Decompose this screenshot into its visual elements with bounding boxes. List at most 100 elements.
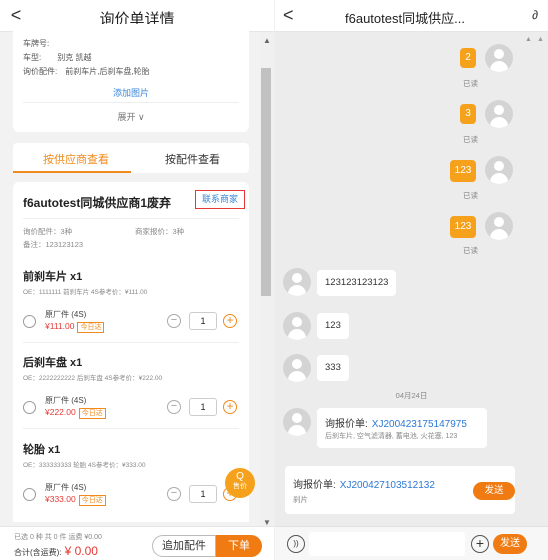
minus-icon[interactable]: −: [167, 487, 181, 501]
inquiry-detail-panel: < 询价单详情 ▲ ▼ 车牌号: 车型: 别克 凯越 询价配件: 前刹车片,后刹车盘…: [0, 0, 274, 560]
plate-label: 车牌号:: [23, 39, 50, 48]
other-message-bubble: 123123123123: [317, 270, 397, 296]
part-oe: OE：2222222222 后刹车盘 4S参考价：¥222.00: [23, 375, 163, 382]
option-radio[interactable]: [23, 401, 36, 414]
scrollbar-track[interactable]: ▲ ▼: [260, 32, 274, 532]
quantity-field[interactable]: 1: [189, 485, 217, 503]
chat-title: f6autotest同城供应...: [345, 11, 465, 26]
chat-panel: < f6autotest同城供应... ∂ ▲ ▲ 2 已读 3 已读 123 …: [275, 0, 548, 560]
send-button[interactable]: 发送: [493, 534, 527, 554]
option-price-row: ¥333.00 今日达: [45, 494, 106, 506]
read-status: 已读: [463, 135, 478, 144]
minus-icon[interactable]: −: [167, 400, 181, 414]
quote-label: 售价: [233, 483, 247, 490]
quote-title: 询报价单: XJ200423175147975: [325, 415, 467, 430]
option-price-row: ¥222.00 今日达: [45, 407, 106, 419]
other-message-bubble: 333: [317, 355, 349, 381]
chat-input-bar: )) + 发送: [275, 526, 548, 560]
link-icon[interactable]: ∂: [532, 8, 538, 22]
scroll-up-icon[interactable]: ▲: [262, 36, 272, 45]
parts-row: 询价配件: 前刹车片,后刹车盘,轮胎: [23, 66, 150, 77]
back-icon[interactable]: <: [283, 5, 294, 26]
avatar: [485, 156, 513, 184]
divider: [23, 342, 239, 343]
pending-quote-label: 询报价单:: [293, 480, 336, 491]
my-message-bubble: 123: [450, 160, 476, 182]
option-name: 原厂件 (4S): [45, 310, 87, 319]
add-icon[interactable]: +: [471, 535, 489, 553]
avatar: [283, 408, 311, 436]
today-badge: 今日达: [78, 408, 106, 419]
pending-quote-number[interactable]: XJ200427103512132: [340, 480, 435, 491]
today-badge: 今日达: [77, 322, 105, 333]
parts-label: 询价配件:: [23, 67, 58, 76]
expand-toggle[interactable]: 展开 ∨: [13, 110, 249, 123]
active-tab-indicator: [13, 171, 131, 173]
pending-quote-sub: 刹片: [293, 495, 308, 504]
avatar: [283, 268, 311, 296]
pending-quote-title: 询报价单: XJ200427103512132: [293, 476, 435, 491]
option-price: ¥222.00: [45, 407, 76, 417]
minus-icon[interactable]: −: [167, 314, 181, 328]
voice-icon[interactable]: )): [287, 535, 305, 553]
other-message-bubble: 123: [317, 313, 349, 339]
option-price-row: ¥111.00 今日达: [45, 321, 105, 333]
quote-icon: Q: [236, 471, 244, 482]
quantity-field[interactable]: 1: [189, 312, 217, 330]
chat-header: < f6autotest同城供应... ∂: [275, 0, 548, 32]
read-status: 已读: [463, 191, 478, 200]
order-bottom-bar: 已选 0 种 共 0 件 运费 ¥0.00 合计(含运费): ¥ 0.00 追加配…: [0, 526, 274, 560]
quote-items: 后刹车片, 空气滤清器, 蓄电池, 火花塞, 123: [325, 433, 458, 440]
plus-icon[interactable]: +: [223, 314, 237, 328]
scroll-up-icon[interactable]: ▲: [525, 36, 532, 43]
view-tabs: 按供应商查看 按配件查看: [13, 143, 249, 173]
message-input[interactable]: [309, 532, 465, 556]
quote-message-card[interactable]: 询报价单: XJ200423175147975 后刹车片, 空气滤清器, 蓄电池,…: [317, 408, 487, 448]
option-price: ¥333.00: [45, 494, 76, 504]
add-part-button[interactable]: 追加配件: [152, 535, 216, 557]
read-status: 已读: [463, 246, 478, 255]
my-message-bubble: 2: [460, 48, 476, 68]
option-name: 原厂件 (4S): [45, 483, 87, 492]
avatar: [283, 312, 311, 340]
vehicle-info-card: 车牌号: 车型: 别克 凯越 询价配件: 前刹车片,后刹车盘,轮胎 添加图片 展开 …: [13, 24, 249, 132]
my-message-bubble: 123: [450, 216, 476, 238]
tab-by-supplier[interactable]: 按供应商查看: [43, 151, 109, 167]
supplier-note: 备注：123123123: [23, 240, 84, 249]
supplier-card: f6autotest同城供应商1废弃 联系商家 询价配件：3种 商家报价：3种 …: [13, 182, 249, 522]
contact-merchant-button[interactable]: 联系商家: [195, 190, 245, 209]
selection-summary: 已选 0 种 共 0 件 运费 ¥0.00: [14, 534, 102, 541]
quote-float-button[interactable]: Q 售价: [225, 468, 255, 498]
option-name: 原厂件 (4S): [45, 396, 87, 405]
plus-icon[interactable]: +: [223, 400, 237, 414]
scrollbar-thumb[interactable]: [261, 68, 271, 296]
option-radio[interactable]: [23, 315, 36, 328]
date-divider: 04月24日: [395, 391, 428, 400]
model-label: 车型:: [23, 53, 42, 62]
avatar: [485, 44, 513, 72]
quantity-field[interactable]: 1: [189, 398, 217, 416]
avatar: [485, 100, 513, 128]
part-title: 轮胎 x1: [23, 444, 61, 456]
divider: [23, 102, 239, 103]
avatar: [485, 212, 513, 240]
quote-label: 询报价单:: [325, 419, 368, 430]
my-message-bubble: 3: [460, 104, 476, 124]
tab-by-part[interactable]: 按配件查看: [165, 151, 220, 167]
quote-number[interactable]: XJ200423175147975: [372, 419, 467, 430]
option-radio[interactable]: [23, 488, 36, 501]
part-oe: OE：333333333 轮胎 4S参考价：¥333.00: [23, 462, 146, 469]
total-label: 合计(含运费):: [14, 548, 62, 557]
avatar: [283, 354, 311, 382]
part-title: 后刹车盘 x1: [23, 357, 83, 369]
scroll-up-icon[interactable]: ▲: [537, 36, 544, 43]
send-quote-button[interactable]: 发送: [473, 482, 515, 500]
part-oe: OE：1111111 前刹车片 4S参考价：¥111.00: [23, 289, 148, 296]
part-title: 前刹车片 x1: [23, 271, 83, 283]
merchant-quote-count: 商家报价：3种: [135, 227, 185, 236]
add-image-link[interactable]: 添加图片: [13, 86, 249, 99]
parts-value: 前刹车片,后刹车盘,轮胎: [65, 67, 150, 76]
place-order-button[interactable]: 下单: [216, 535, 262, 557]
model-value: 别克 凯越: [57, 53, 92, 62]
model-row: 车型: 别克 凯越: [23, 52, 91, 63]
